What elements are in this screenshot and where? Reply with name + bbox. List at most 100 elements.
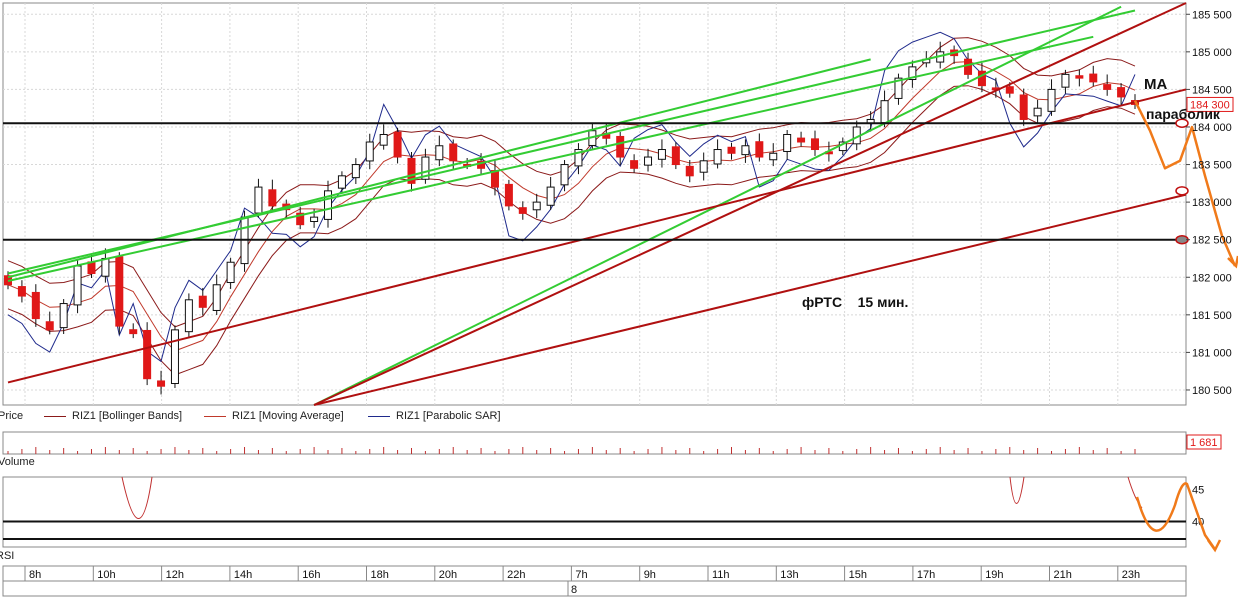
candle-body bbox=[226, 261, 235, 284]
rsi-pane-label: RSI bbox=[0, 550, 15, 562]
time-tick-label: 8h bbox=[29, 569, 41, 581]
candle-body bbox=[115, 256, 124, 327]
callout-parabolic: параболик bbox=[1146, 106, 1220, 122]
candle-body bbox=[1103, 84, 1112, 90]
candle-body bbox=[157, 380, 166, 387]
candle-body bbox=[129, 329, 138, 335]
time-tick-label: 16h bbox=[302, 569, 320, 581]
time-tick-label: 21h bbox=[1054, 569, 1072, 581]
candle-body bbox=[1089, 73, 1098, 83]
price-tick-label: 181 500 bbox=[1192, 310, 1232, 322]
time-tick-label: 7h bbox=[575, 569, 587, 581]
time-tick-label: 15h bbox=[849, 569, 867, 581]
candle-body bbox=[880, 100, 889, 124]
rsi-tick-label: 45 bbox=[1192, 485, 1204, 497]
series-legend: Price RIZ1 [Bollinger Bands] RIZ1 [Movin… bbox=[0, 408, 1186, 426]
candle-body bbox=[1117, 87, 1126, 98]
date-label: 8 bbox=[571, 584, 577, 596]
candle-body bbox=[212, 284, 221, 311]
price-tick-label: 183 500 bbox=[1192, 160, 1232, 172]
price-tick-label: 182 000 bbox=[1192, 272, 1232, 284]
candle-body bbox=[393, 131, 402, 158]
price-axis: 185 500 185 000 184 500 184 000 183 500 183 0… bbox=[1186, 9, 1234, 397]
time-tick-label: 10h bbox=[97, 569, 115, 581]
price-tick-label: 183 000 bbox=[1192, 197, 1232, 209]
candle-body bbox=[783, 133, 792, 152]
level-marker bbox=[1175, 186, 1189, 196]
time-tick-label: 14h bbox=[234, 569, 252, 581]
candle-body bbox=[727, 146, 736, 154]
candle-body bbox=[31, 291, 40, 320]
time-tick-label: 20h bbox=[439, 569, 457, 581]
candle-body bbox=[699, 160, 708, 173]
candle-body bbox=[657, 149, 666, 160]
candle-body bbox=[964, 58, 973, 75]
candle-body bbox=[1019, 94, 1028, 120]
candle-body bbox=[810, 138, 819, 151]
price-tick-label: 184 000 bbox=[1192, 122, 1232, 134]
candle-body bbox=[310, 216, 319, 223]
legend-moving-average: RIZ1 [Moving Average] bbox=[204, 410, 344, 422]
candle-body bbox=[741, 145, 750, 156]
candle-body bbox=[546, 186, 555, 206]
price-tick-label: 180 500 bbox=[1192, 385, 1232, 397]
time-tick-label: 9h bbox=[644, 569, 656, 581]
time-tick-label: 17h bbox=[917, 569, 935, 581]
candle-body bbox=[351, 164, 360, 179]
price-tick-label: 185 500 bbox=[1192, 9, 1232, 21]
candle-body bbox=[268, 189, 277, 207]
candle-body bbox=[435, 145, 444, 161]
price-tick-label: 185 000 bbox=[1192, 47, 1232, 59]
time-tick-label: 11h bbox=[712, 569, 730, 581]
candle-body bbox=[1033, 107, 1042, 117]
candle-body bbox=[170, 329, 179, 385]
legend-price: Price bbox=[0, 410, 24, 422]
volume-pane bbox=[2, 431, 1187, 455]
candle-body bbox=[1047, 88, 1056, 112]
candle-body bbox=[630, 160, 639, 169]
candle-body bbox=[379, 133, 388, 146]
time-tick-label: 18h bbox=[371, 569, 389, 581]
candle-body bbox=[644, 156, 653, 166]
candle-body bbox=[1075, 75, 1084, 79]
candle-body bbox=[254, 186, 263, 214]
candle-body bbox=[1005, 86, 1014, 94]
candle-body bbox=[671, 146, 680, 166]
candle-body bbox=[490, 170, 499, 188]
candle-body bbox=[1061, 73, 1070, 88]
chart-annotation: фРТС 15 мин. bbox=[802, 294, 909, 310]
time-tick-label: 23h bbox=[1122, 569, 1140, 581]
candle-body bbox=[449, 143, 458, 162]
candle-body bbox=[755, 141, 764, 158]
rsi-forecast-arrow bbox=[1206, 539, 1222, 553]
candle-body bbox=[616, 135, 625, 158]
time-tick-label: 13h bbox=[780, 569, 798, 581]
candle-body bbox=[532, 201, 541, 211]
legend-parabolic-sar: RIZ1 [Parabolic SAR] bbox=[368, 410, 501, 422]
price-tick-label: 181 000 bbox=[1192, 347, 1232, 359]
price-tick-label: 184 500 bbox=[1192, 84, 1232, 96]
legend-bollinger: RIZ1 [Bollinger Bands] bbox=[44, 410, 182, 422]
rsi-pane bbox=[2, 476, 1187, 548]
candle-body bbox=[17, 286, 26, 297]
price-tick-label: 182 500 bbox=[1192, 235, 1232, 247]
time-tick-label: 12h bbox=[166, 569, 184, 581]
candle-body bbox=[198, 295, 207, 308]
candle-body bbox=[560, 164, 569, 186]
candle-body bbox=[59, 303, 68, 329]
trading-chart: 185 500 185 000 184 500 184 000 183 500 183 0… bbox=[2, 2, 1238, 597]
candle-body bbox=[797, 137, 806, 143]
candle-body bbox=[713, 149, 722, 165]
candle-body bbox=[337, 175, 346, 189]
volume-label: 1 681 bbox=[1190, 437, 1218, 449]
candle-body bbox=[101, 257, 110, 277]
volume-pane-label: Volume bbox=[0, 456, 35, 468]
time-tick-label: 19h bbox=[985, 569, 1003, 581]
candle-body bbox=[365, 141, 374, 162]
candle-body bbox=[685, 165, 694, 177]
candle-body bbox=[184, 299, 193, 333]
candle-body bbox=[143, 329, 152, 380]
candle-body bbox=[504, 183, 513, 207]
time-tick-label: 22h bbox=[507, 569, 525, 581]
candle-body bbox=[518, 207, 527, 214]
